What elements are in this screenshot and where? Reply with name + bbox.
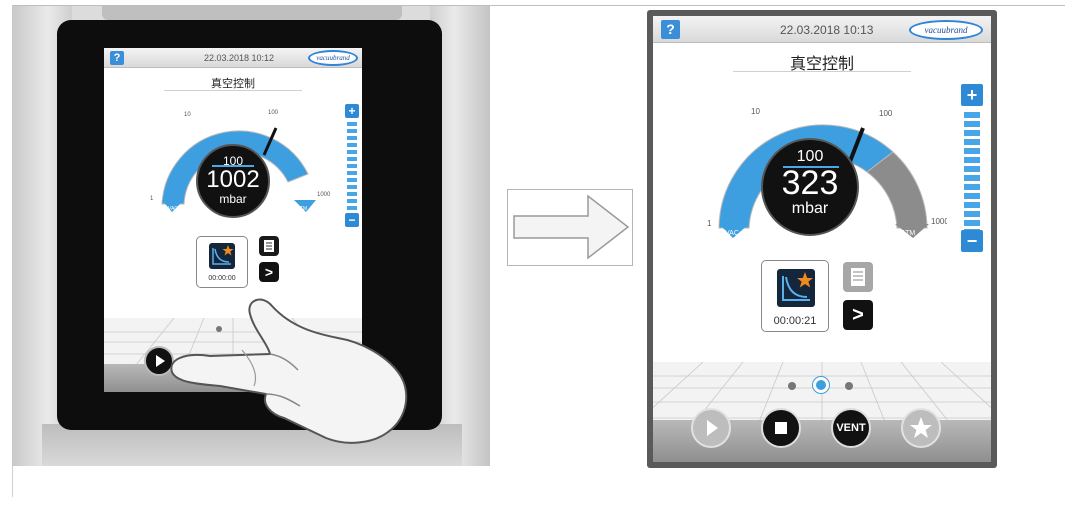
stop-button[interactable] <box>761 408 801 448</box>
transition-arrow-box <box>507 189 633 266</box>
program-curve-icon <box>777 269 815 307</box>
star-icon <box>797 272 813 288</box>
list-button[interactable] <box>259 236 279 256</box>
play-icon <box>707 420 718 436</box>
star-icon <box>222 245 234 256</box>
page-title: 真空控制 <box>211 78 255 90</box>
arrow-right-icon <box>513 194 630 260</box>
decrease-button[interactable]: − <box>345 213 359 227</box>
setpoint-slider[interactable] <box>964 112 980 238</box>
brand-logo: vacuubrand <box>909 20 983 40</box>
program-tile[interactable]: 00:00:00 <box>196 236 248 288</box>
help-button[interactable]: ? <box>661 20 680 39</box>
right-device-screen: ? 22.03.2018 10:13 vacuubrand 真空控制 VAC A… <box>653 16 991 462</box>
program-time: 00:00:21 <box>773 315 817 327</box>
program-tile[interactable]: 00:00:21 <box>761 260 829 332</box>
gauge-readout: 100 323 mbar <box>761 138 859 236</box>
increase-button[interactable]: + <box>345 104 359 118</box>
vac-label: VAC <box>725 230 739 237</box>
next-button[interactable]: > <box>259 262 279 282</box>
date-time: 22.03.2018 10:13 <box>780 23 874 37</box>
program-curve-icon <box>209 243 235 269</box>
list-icon <box>264 240 274 252</box>
title-divider <box>164 90 302 91</box>
scale-label-10: 10 <box>751 107 760 116</box>
current-pressure: 323 <box>781 164 839 202</box>
favorite-button[interactable] <box>901 408 941 448</box>
next-button[interactable]: > <box>843 300 873 330</box>
page-dot-active[interactable] <box>813 377 829 393</box>
scale-label-10: 10 <box>184 112 191 118</box>
scale-label-1000: 1000 <box>931 217 947 226</box>
atm-label: ATM <box>901 230 915 237</box>
vent-button[interactable]: VENT <box>831 408 871 448</box>
play-button[interactable] <box>691 408 731 448</box>
date-time: 22.03.2018 10:12 <box>204 53 275 63</box>
gauge-readout: 100 1002 mbar <box>196 144 270 218</box>
program-time: 00:00:00 <box>208 275 236 282</box>
scale-label-1: 1 <box>707 219 712 228</box>
scale-label-1000: 1000 <box>317 192 331 198</box>
pressure-unit: mbar <box>219 192 247 206</box>
setpoint-divider <box>212 165 254 167</box>
scale-label-100: 100 <box>879 109 893 118</box>
atm-label: ATM <box>297 206 307 212</box>
decrease-button[interactable]: − <box>961 230 983 252</box>
setpoint-slider[interactable] <box>347 122 357 227</box>
pointing-hand-icon <box>170 298 408 444</box>
list-button[interactable] <box>843 262 873 292</box>
star-icon <box>910 417 932 438</box>
list-icon <box>851 268 865 286</box>
current-pressure: 1002 <box>206 166 260 193</box>
increase-button[interactable]: + <box>961 84 983 106</box>
page-dot-1[interactable] <box>788 382 796 390</box>
help-button[interactable]: ? <box>110 51 124 65</box>
vac-label: VAC <box>168 206 178 212</box>
title-divider <box>733 71 911 72</box>
page-dot-3[interactable] <box>845 382 853 390</box>
setpoint-divider <box>783 166 839 168</box>
pressure-unit: mbar <box>791 200 829 217</box>
scale-label-100: 100 <box>268 110 279 116</box>
brand-logo: vacuubrand <box>308 50 358 66</box>
scale-label-1: 1 <box>150 196 154 202</box>
stop-icon <box>775 422 787 434</box>
